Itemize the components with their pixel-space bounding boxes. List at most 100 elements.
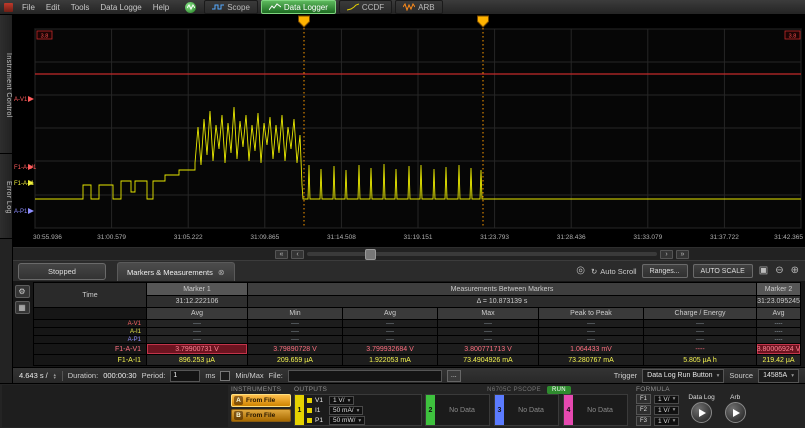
marker1-handle-icon[interactable]	[299, 16, 310, 27]
channel3-block[interactable]: 3 No Data	[494, 394, 559, 426]
i1-range-select[interactable]: 50 mA/▾	[329, 406, 363, 415]
scroll-prev-button[interactable]: ‹	[291, 250, 304, 259]
menu-file[interactable]: File	[17, 3, 40, 12]
center-markers-icon[interactable]: ◎	[575, 266, 586, 276]
scroll-handle[interactable]	[365, 249, 376, 260]
row-label: A-V1	[34, 320, 146, 327]
formula-f2-chip[interactable]: F2	[636, 405, 651, 415]
timebase-stepper[interactable]: ▲▼	[53, 373, 57, 379]
menu-tools[interactable]: Tools	[66, 3, 95, 12]
browse-button[interactable]: ...	[447, 370, 461, 382]
duration-label: Duration:	[68, 371, 98, 380]
tab-arb[interactable]: ARB	[395, 0, 442, 14]
cell: ----	[757, 336, 800, 343]
tab-scope[interactable]: Scope	[204, 0, 258, 14]
channel2-block[interactable]: 2 No Data	[425, 394, 490, 426]
period-input[interactable]	[170, 370, 200, 382]
menu-data-logger[interactable]: Data Logge	[95, 3, 146, 12]
trigger-value: Data Log Run Button	[647, 372, 712, 379]
f3-range-select[interactable]: 1 V/▾	[654, 417, 679, 426]
menu-edit[interactable]: Edit	[41, 3, 65, 12]
scroll-track[interactable]	[307, 252, 657, 256]
marker-delta: Δ = 10.873139 s	[248, 296, 756, 307]
cell: ----	[644, 328, 756, 335]
cell: ----	[757, 328, 800, 335]
f1-range-select[interactable]: 1 V/▾	[654, 395, 679, 404]
tab-data-logger-label: Data Logger	[284, 3, 328, 12]
grid-icon[interactable]: ▦	[15, 301, 30, 314]
rail-error-log[interactable]: Error Log	[0, 154, 12, 239]
formula-f1-chip[interactable]: F1	[636, 394, 651, 404]
trace-label-f1ai1[interactable]: F1-A-I1	[14, 181, 35, 187]
chevron-down-icon: ▾	[348, 398, 351, 404]
minmax-checkbox[interactable]	[220, 371, 230, 381]
settings-icon[interactable]: ⚙	[15, 285, 30, 298]
close-icon[interactable]: ⊗	[218, 268, 225, 277]
channel1-block[interactable]: 1 V1 1 V/▾ I1 50 mA/▾ P1	[294, 394, 422, 426]
zoom-out-icon[interactable]: ⊖	[774, 266, 784, 276]
p1-range-select[interactable]: 50 mW/▾	[329, 416, 365, 425]
tab-data-logger[interactable]: Data Logger	[261, 0, 336, 14]
from-file-a-button[interactable]: A From File	[231, 394, 291, 407]
scroll-last-button[interactable]: »	[676, 250, 689, 259]
zoom-in-icon[interactable]: ⊕	[790, 266, 800, 276]
tab-scope-label: Scope	[227, 3, 250, 12]
markers-measurements-tab[interactable]: Markers & Measurements ⊗	[117, 262, 235, 281]
cell: ----	[147, 320, 247, 327]
channel2-no-data: No Data	[435, 395, 489, 425]
cell: 1.922053 mA	[343, 355, 437, 365]
tab-arb-label: ARB	[418, 3, 434, 12]
cell: ----	[539, 328, 643, 335]
datalog-run-button[interactable]	[691, 402, 712, 423]
formula-f3-chip[interactable]: F3	[636, 416, 651, 426]
scroll-first-button[interactable]: «	[275, 250, 288, 259]
channel4-tab[interactable]: 4	[564, 395, 573, 425]
v1-range-select[interactable]: 1 V/▾	[329, 396, 354, 405]
channel2-tab[interactable]: 2	[426, 395, 435, 425]
marker2-handle-icon[interactable]	[478, 16, 489, 27]
cell: 73.280767 mA	[539, 355, 643, 365]
outputs-header: OUTPUTS	[294, 385, 422, 394]
ranges-button[interactable]: Ranges...	[642, 264, 688, 278]
row-label: F1-A-V1	[34, 344, 146, 354]
arb-label: Arb	[730, 394, 740, 401]
channel4-block[interactable]: 4 No Data	[563, 394, 628, 426]
cell: ----	[644, 336, 756, 343]
zoom-box-icon[interactable]: ▣	[758, 266, 769, 276]
chevron-down-icon: ▾	[358, 418, 361, 424]
cell: ----	[343, 328, 437, 335]
chevron-down-icon: ▾	[357, 408, 360, 414]
channel1-tab[interactable]: 1	[295, 395, 304, 425]
app-icon	[4, 3, 13, 12]
auto-scroll-toggle[interactable]: ↻ Auto Scroll	[591, 267, 637, 276]
i1-label: I1	[315, 407, 326, 414]
trace-label-ap1[interactable]: A-P1	[14, 209, 28, 215]
run-stop-status[interactable]: Stopped	[18, 263, 106, 280]
side-rail: Instrument Control Error Log	[0, 15, 13, 383]
x-tick-label: 31:23.793	[480, 234, 509, 241]
f2-range-select[interactable]: 1 V/▾	[654, 406, 679, 415]
arb-run-button[interactable]	[725, 402, 746, 423]
tab-ccdf[interactable]: CCDF	[339, 0, 392, 14]
waveform-chart[interactable]: 3.8 3.8 A-V1 F1-A-V1 F1-A-I1 A-P1 30:55.…	[13, 15, 805, 247]
source-select[interactable]: 14585A ▾	[758, 369, 799, 383]
time-header: Time	[34, 283, 146, 307]
from-file-b-button[interactable]: B From File	[231, 409, 291, 422]
row-label: A-I1	[34, 328, 146, 335]
trace-label-av1[interactable]: A-V1	[14, 97, 28, 103]
trigger-select[interactable]: Data Log Run Button ▾	[642, 369, 724, 383]
channel3-tab[interactable]: 3	[495, 395, 504, 425]
rail-instrument-control[interactable]: Instrument Control	[0, 15, 12, 154]
p1-range-value: 50 mW/	[333, 417, 355, 424]
cell: 209.659 µA	[248, 355, 342, 365]
file-input[interactable]	[288, 370, 442, 382]
marker1-time: 31:12.222106	[147, 296, 247, 307]
auto-scale-button[interactable]: AUTO SCALE	[693, 264, 753, 278]
menu-help[interactable]: Help	[148, 3, 174, 12]
marker1-header: Marker 1	[147, 283, 247, 295]
col-header: Min	[248, 308, 342, 319]
channel-a-badge: A	[234, 396, 243, 405]
trace-label-f1av1[interactable]: F1-A-V1	[14, 165, 37, 171]
f2-range-value: 1 V/	[658, 407, 670, 414]
scroll-next-button[interactable]: ›	[660, 250, 673, 259]
